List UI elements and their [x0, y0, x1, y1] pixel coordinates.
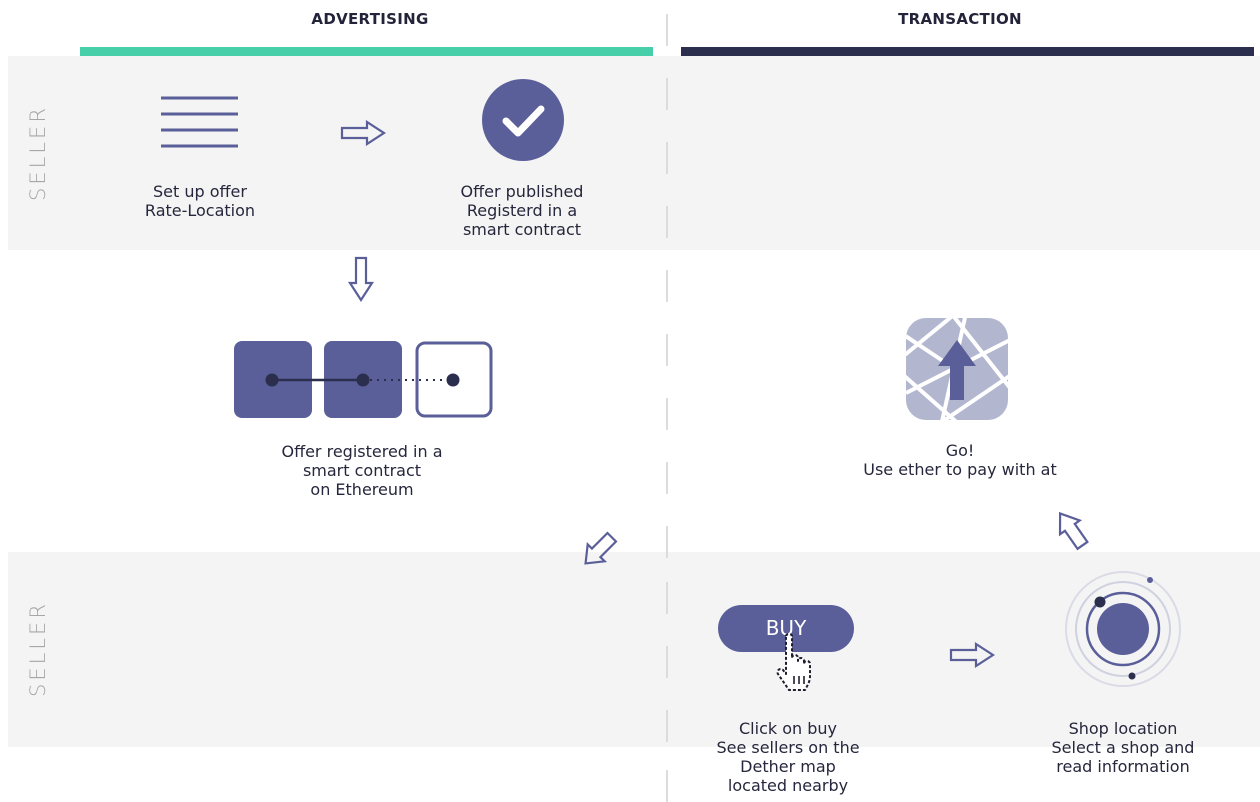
column-title-transaction: TRANSACTION [898, 10, 1022, 28]
caption-line: Shop location [1068, 719, 1178, 738]
row-label-seller-bottom: SELLER [26, 601, 50, 697]
blockchain-icon [234, 341, 494, 423]
transaction-bar [681, 47, 1254, 56]
caption-line: Registerd in a [466, 201, 578, 220]
location-orbit-icon [1061, 570, 1185, 698]
caption-go: Go! Use ether to pay with at [840, 441, 1080, 479]
caption-line: See sellers on the [716, 738, 860, 757]
caption-shop-location: Shop location Select a shop and read inf… [1023, 719, 1223, 776]
caption-line: Set up offer [153, 182, 247, 201]
caption-line: smart contract [302, 461, 422, 480]
caption-line: on Ethereum [310, 480, 414, 499]
caption-line: located nearby [727, 776, 849, 795]
caption-offer-registered: Offer registered in a smart contract on … [252, 442, 472, 499]
caption-line: Go! [945, 441, 975, 460]
list-icon [161, 96, 239, 154]
caption-line: Rate-Location [144, 201, 256, 220]
caption-line: Select a shop and [1051, 738, 1195, 757]
caption-line: smart contract [462, 220, 582, 239]
checkmark-icon [482, 79, 564, 165]
row-label-seller-top: SELLER [26, 105, 50, 201]
advertising-bar [80, 47, 653, 56]
map-navigation-icon [906, 318, 1008, 424]
caption-line: read information [1056, 757, 1190, 776]
caption-offer-published: Offer published Registerd in a smart con… [432, 182, 612, 239]
pointer-hand-icon [772, 632, 828, 698]
caption-click-buy: Click on buy See sellers on the Dether m… [688, 719, 888, 795]
caption-line: Dether map [740, 757, 836, 776]
caption-line: Offer registered in a [281, 442, 443, 461]
caption-setup-offer: Set up offer Rate-Location [110, 182, 290, 220]
arrow-down-right-icon [579, 530, 619, 574]
arrow-down-icon [347, 256, 375, 306]
caption-line: Offer published [460, 182, 584, 201]
column-title-advertising: ADVERTISING [311, 10, 429, 28]
caption-line: Click on buy [739, 719, 837, 738]
caption-line: Use ether to pay with at [863, 460, 1057, 479]
arrow-right-icon [340, 119, 387, 150]
arrow-right-icon [949, 641, 996, 672]
arrow-up-left-icon [1049, 507, 1093, 555]
